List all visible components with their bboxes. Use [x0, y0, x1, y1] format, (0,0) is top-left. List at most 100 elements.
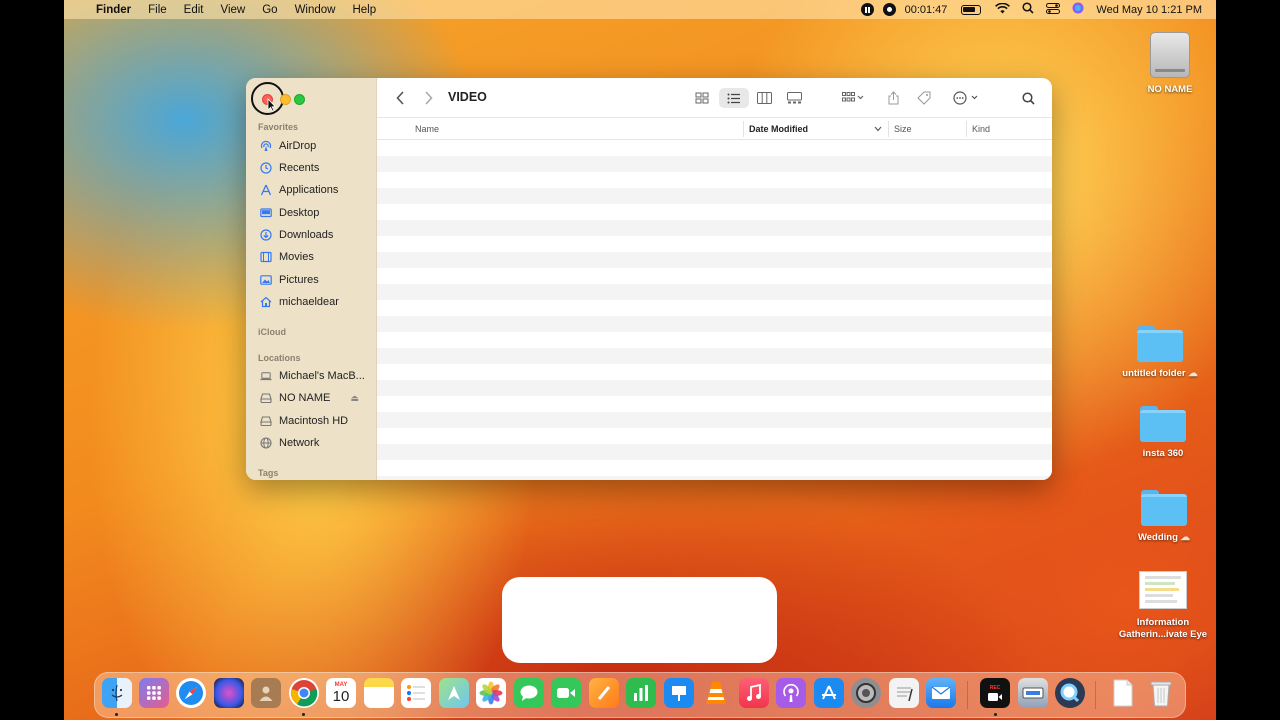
wifi-icon[interactable] — [995, 2, 1011, 17]
siri-icon[interactable] — [1072, 2, 1084, 17]
forward-button[interactable] — [419, 88, 437, 108]
app-store-app-icon[interactable] — [814, 678, 844, 708]
safari-app-icon[interactable] — [176, 678, 206, 708]
keynote-app-icon[interactable] — [664, 678, 694, 708]
battery-icon[interactable] — [961, 4, 982, 15]
sidebar-item-network[interactable]: Network — [246, 433, 377, 453]
home-icon — [260, 296, 272, 308]
desktop-document-information[interactable]: Information Gatherin...ivate Eye — [1108, 571, 1216, 641]
film-icon — [260, 251, 272, 263]
messages-app-icon[interactable] — [514, 678, 544, 708]
pause-recording-icon[interactable] — [860, 3, 874, 16]
menu-view[interactable]: View — [221, 4, 246, 16]
sidebar-item-airdrop[interactable]: AirDrop — [246, 136, 377, 156]
zoom-window-button[interactable] — [294, 94, 305, 105]
facetime-app-icon[interactable] — [551, 678, 581, 708]
search-button[interactable] — [1017, 88, 1039, 108]
sort-descending-icon — [874, 126, 882, 132]
desktop-folder-wedding[interactable]: Wedding ☁ — [1109, 490, 1216, 544]
notes-app-icon[interactable] — [364, 678, 394, 708]
podcasts-app-icon[interactable] — [776, 678, 806, 708]
minimize-window-button[interactable] — [280, 94, 291, 105]
back-button[interactable] — [391, 88, 409, 108]
sidebar-item-label: Downloads — [279, 229, 334, 241]
desktop-folder-untitled[interactable]: untitled folder ☁ — [1105, 326, 1215, 380]
sidebar-item-no-name[interactable]: NO NAME ⏏ — [246, 388, 377, 408]
group-icon — [842, 92, 864, 102]
chevron-left-icon — [395, 91, 404, 105]
recorder-rec-label: REC — [989, 684, 1001, 691]
trash-icon[interactable] — [1146, 678, 1176, 708]
mail-app-icon[interactable] — [926, 678, 956, 708]
menu-file[interactable]: File — [148, 4, 167, 16]
documents-stack-icon[interactable] — [1108, 678, 1138, 708]
system-settings-app-icon[interactable] — [851, 678, 881, 708]
vlc-app-icon[interactable] — [701, 678, 731, 708]
list-view-button[interactable] — [719, 88, 749, 108]
sidebar-item-label: NO NAME — [279, 392, 331, 404]
tag-button[interactable] — [913, 88, 935, 108]
sidebar-item-home[interactable]: michaeldear — [246, 292, 377, 312]
siri-app-icon[interactable] — [214, 678, 244, 708]
menu-app-name[interactable]: Finder — [96, 4, 131, 16]
sidebar-section-tags[interactable]: Tags — [258, 468, 278, 478]
numbers-app-icon[interactable] — [626, 678, 656, 708]
desktop-item-label: NO NAME — [1147, 84, 1193, 95]
group-by-button[interactable] — [837, 88, 869, 108]
menu-edit[interactable]: Edit — [184, 4, 204, 16]
eject-icon[interactable]: ⏏ — [350, 393, 359, 404]
menu-bar: Finder File Edit View Go Window Help 00:… — [64, 0, 1216, 19]
chevron-right-icon — [424, 91, 433, 105]
sidebar-item-applications[interactable]: Applications — [246, 180, 377, 200]
icon-view-button[interactable] — [690, 88, 714, 108]
textedit-app-icon[interactable] — [889, 678, 919, 708]
sidebar-item-label: Network — [279, 437, 320, 449]
column-header-size[interactable]: Size — [894, 124, 912, 134]
sidebar-item-pictures[interactable]: Pictures — [246, 270, 377, 290]
folder-icon — [1141, 490, 1187, 526]
launchpad-app-icon[interactable] — [139, 678, 169, 708]
gallery-view-button[interactable] — [782, 88, 806, 108]
control-center-icon[interactable] — [1046, 2, 1061, 17]
menu-window[interactable]: Window — [295, 4, 336, 16]
finder-app-icon[interactable] — [102, 678, 132, 708]
reminders-app-icon[interactable] — [401, 678, 431, 708]
column-view-button[interactable] — [752, 88, 776, 108]
menu-clock[interactable]: Wed May 10 1:21 PM — [1096, 4, 1202, 16]
contacts-app-icon[interactable] — [251, 678, 281, 708]
sidebar-item-desktop[interactable]: Desktop — [246, 203, 377, 223]
external-drive-icon — [1150, 32, 1190, 78]
music-app-icon[interactable] — [739, 678, 769, 708]
sidebar-item-movies[interactable]: Movies — [246, 247, 377, 267]
gallery-icon — [786, 92, 802, 104]
column-header-date-modified[interactable]: Date Modified — [749, 124, 808, 134]
clock-icon — [260, 162, 272, 174]
sidebar-item-macintosh-hd[interactable]: Macintosh HD — [246, 411, 377, 431]
sidebar-item-macbook[interactable]: Michael's MacB... — [246, 366, 377, 386]
sidebar-item-downloads[interactable]: Downloads — [246, 225, 377, 245]
sidebar-section-icloud[interactable]: iCloud — [258, 327, 286, 337]
chrome-app-icon[interactable] — [289, 678, 319, 708]
share-button[interactable] — [882, 88, 904, 108]
menu-go[interactable]: Go — [262, 4, 277, 16]
spotlight-search-icon[interactable] — [1022, 2, 1034, 17]
more-actions-button[interactable] — [949, 88, 983, 108]
column-header-name[interactable]: Name — [415, 124, 439, 134]
sidebar-item-label: Macintosh HD — [279, 415, 349, 427]
image-capture-app-icon[interactable] — [1018, 678, 1048, 708]
photos-app-icon[interactable] — [476, 678, 506, 708]
file-list-empty[interactable] — [377, 140, 1052, 480]
calendar-app-icon[interactable]: MAY 10 — [326, 678, 356, 708]
download-icon — [260, 229, 272, 241]
maps-app-icon[interactable] — [439, 678, 469, 708]
screen-recorder-app-icon[interactable]: REC — [980, 678, 1010, 708]
pages-app-icon[interactable] — [589, 678, 619, 708]
desktop-drive-no-name[interactable]: NO NAME — [1115, 32, 1216, 96]
menu-bar-status: 00:01:47 Wed May 10 1:21 PM — [860, 0, 1216, 19]
quicktime-app-icon[interactable] — [1055, 678, 1085, 708]
sidebar-item-recents[interactable]: Recents — [246, 158, 377, 178]
column-header-kind[interactable]: Kind — [972, 124, 990, 134]
desktop-folder-insta360[interactable]: insta 360 — [1108, 406, 1216, 460]
stop-recording-icon[interactable] — [882, 3, 896, 16]
menu-help[interactable]: Help — [352, 4, 376, 16]
